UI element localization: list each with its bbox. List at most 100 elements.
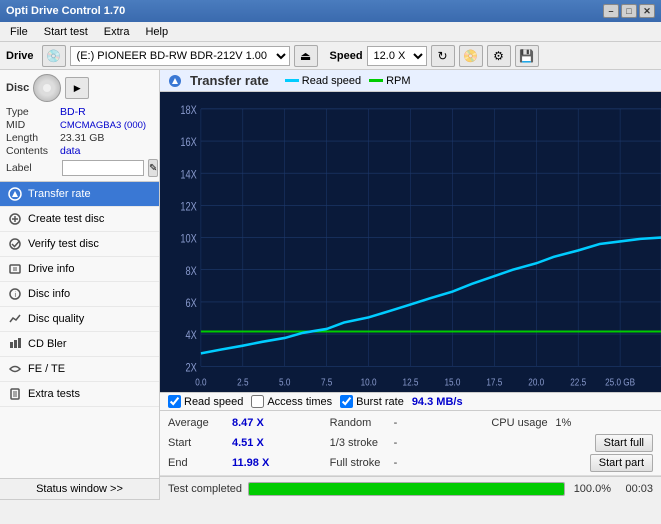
disc-header: Disc ▶ [6, 74, 153, 102]
read-speed-checkbox[interactable] [168, 395, 181, 408]
nav-create-test-disc[interactable]: Create test disc [0, 207, 159, 232]
nav-fe-te-label: FE / TE [28, 363, 65, 375]
menu-extra[interactable]: Extra [98, 25, 136, 39]
stroke2-cell: Full stroke - [330, 457, 492, 469]
svg-text:4X: 4X [186, 330, 197, 342]
legend-read-speed-color [285, 79, 299, 82]
burst-rate-checkbox[interactable] [340, 395, 353, 408]
window-controls: – □ ✕ [603, 4, 655, 18]
end-cell: End 11.98 X [168, 457, 330, 469]
nav-transfer-rate[interactable]: Transfer rate [0, 182, 159, 207]
nav-fe-te[interactable]: FE / TE [0, 357, 159, 382]
random-label: Random [330, 417, 390, 429]
disc-label-row: Label ✎ [6, 159, 153, 177]
svg-text:17.5: 17.5 [486, 377, 502, 388]
legend-rpm-label: RPM [386, 75, 410, 87]
close-button[interactable]: ✕ [639, 4, 655, 18]
svg-text:22.5: 22.5 [570, 377, 586, 388]
eject-button[interactable]: ⏏ [294, 45, 318, 67]
access-times-checkbox-item: Access times [251, 395, 332, 408]
avg-value: 8.47 X [232, 417, 264, 429]
svg-text:16X: 16X [180, 137, 196, 149]
status-window-button[interactable]: Status window >> [0, 478, 159, 500]
start-label: Start [168, 437, 228, 449]
nav-disc-info[interactable]: i Disc info [0, 282, 159, 307]
stroke1-value: - [394, 437, 398, 449]
disc-label: Disc [6, 82, 29, 94]
drive-select[interactable]: (E:) PIONEER BD-RW BDR-212V 1.00 [70, 46, 290, 66]
stroke2-label: Full stroke [330, 457, 390, 469]
access-times-checkbox[interactable] [251, 395, 264, 408]
minimize-button[interactable]: – [603, 4, 619, 18]
nav-disc-quality[interactable]: Disc quality [0, 307, 159, 332]
refresh-button[interactable]: ↻ [431, 45, 455, 67]
stroke2-value: - [394, 457, 398, 469]
disc-type-row: Type BD-R [6, 106, 153, 118]
speed-select[interactable]: 12.0 X ↓ [367, 46, 427, 66]
drive-toolbar: Drive 💿 (E:) PIONEER BD-RW BDR-212V 1.00… [0, 42, 661, 70]
svg-text:12.5: 12.5 [403, 377, 419, 388]
status-text: Test completed [168, 483, 242, 495]
menu-help[interactable]: Help [139, 25, 174, 39]
disc-type-val: BD-R [60, 106, 86, 118]
progress-area: Test completed 100.0% 00:03 [160, 476, 661, 500]
disc-info-icon: i [8, 287, 22, 301]
menu-start-test[interactable]: Start test [38, 25, 94, 39]
disc-inner [43, 84, 51, 92]
start-full-cell: Start full [491, 434, 653, 452]
nav-verify-test-disc[interactable]: Verify test disc [0, 232, 159, 257]
random-cell: Random - [330, 417, 492, 429]
burst-rate-value: 94.3 MB/s [412, 396, 463, 408]
nav-verify-test-disc-label: Verify test disc [28, 238, 99, 250]
disc-mid-key: MID [6, 119, 58, 131]
disc-length-val: 23.31 GB [60, 132, 104, 144]
start-value: 4.51 X [232, 437, 264, 449]
nav-disc-quality-label: Disc quality [28, 313, 84, 325]
cd-bler-icon [8, 337, 22, 351]
progress-percent: 100.0% [571, 483, 611, 495]
extra-tests-icon [8, 387, 22, 401]
nav-drive-info[interactable]: Drive info [0, 257, 159, 282]
maximize-button[interactable]: □ [621, 4, 637, 18]
nav-extra-tests-label: Extra tests [28, 388, 80, 400]
svg-text:10.0: 10.0 [361, 377, 377, 388]
disc-action-btn[interactable]: ▶ [65, 77, 89, 99]
burst-rate-checkbox-label: Burst rate [356, 396, 404, 408]
chart-icon [168, 74, 182, 88]
stats-row-2: Start 4.51 X 1/3 stroke - Start full [168, 433, 653, 453]
stats-row-3: End 11.98 X Full stroke - Start part [168, 453, 653, 473]
stats-row-1: Average 8.47 X Random - CPU usage 1% [168, 413, 653, 433]
chart-header: Transfer rate Read speed RPM [160, 70, 661, 92]
disc-mid-row: MID CMCMAGBA3 (000) [6, 119, 153, 131]
progress-time: 00:03 [617, 483, 653, 495]
legend-rpm: RPM [369, 75, 410, 87]
settings-button[interactable]: ⚙ [487, 45, 511, 67]
disc-type-key: Type [6, 106, 58, 118]
nav-transfer-rate-label: Transfer rate [28, 188, 91, 200]
start-part-button[interactable]: Start part [590, 454, 653, 472]
start-full-button[interactable]: Start full [595, 434, 653, 452]
avg-label: Average [168, 417, 228, 429]
svg-text:8X: 8X [186, 266, 197, 278]
verify-test-disc-icon [8, 237, 22, 251]
label-edit-btn[interactable]: ✎ [148, 159, 158, 177]
nav-items: Transfer rate Create test disc Verify te… [0, 182, 159, 478]
save-button[interactable]: 💾 [515, 45, 539, 67]
media-button[interactable]: 📀 [459, 45, 483, 67]
svg-text:2.5: 2.5 [237, 377, 248, 388]
stroke1-cell: 1/3 stroke - [330, 437, 492, 449]
svg-text:14X: 14X [180, 170, 196, 182]
drive-icon-btn: 💿 [42, 45, 66, 67]
end-label: End [168, 457, 228, 469]
menu-file[interactable]: File [4, 25, 34, 39]
label-input[interactable] [62, 160, 144, 176]
read-speed-checkbox-label: Read speed [184, 396, 243, 408]
create-test-disc-icon [8, 212, 22, 226]
nav-extra-tests[interactable]: Extra tests [0, 382, 159, 407]
stroke1-label: 1/3 stroke [330, 437, 390, 449]
nav-cd-bler[interactable]: CD Bler [0, 332, 159, 357]
disc-quality-icon [8, 312, 22, 326]
disc-contents-key: Contents [6, 145, 58, 157]
svg-text:15.0: 15.0 [444, 377, 460, 388]
avg-cell: Average 8.47 X [168, 417, 330, 429]
